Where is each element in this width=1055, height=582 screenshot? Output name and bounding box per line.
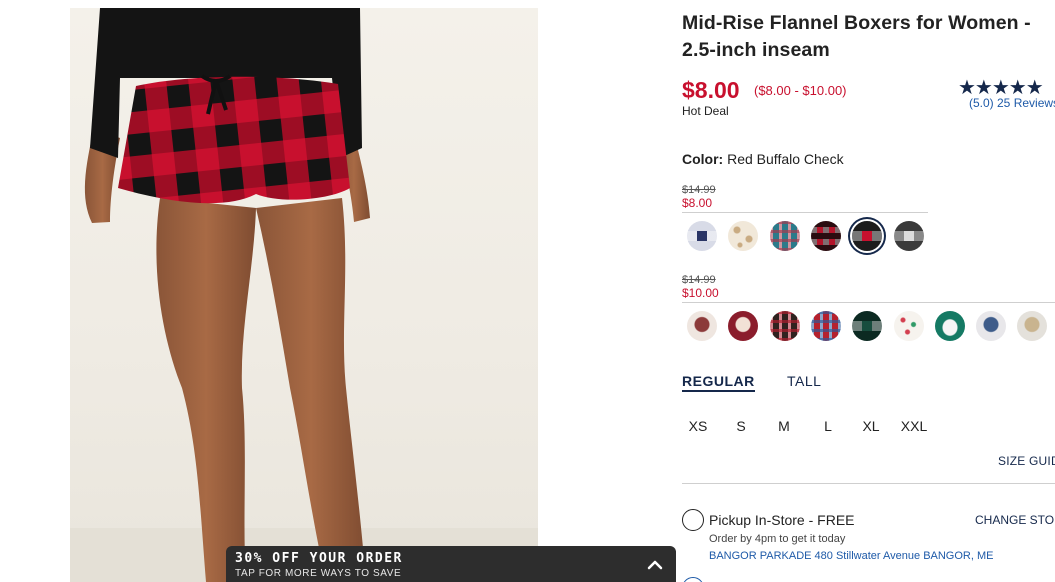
store-address-link[interactable]: BANGOR PARKADE 480 Stillwater Avenue BAN… (709, 550, 993, 562)
deal-label: Hot Deal (682, 104, 729, 118)
pickup-label: Pickup In-Store - FREE (709, 512, 855, 528)
color-swatch-teal-plaid[interactable] (769, 221, 800, 251)
change-store-link[interactable]: CHANGE STORE (975, 513, 1055, 527)
color-value: Red Buffalo Check (727, 151, 844, 167)
promo-banner[interactable]: 30% OFF YOUR ORDER TAP FOR MORE WAYS TO … (226, 546, 676, 582)
size-option-xxl[interactable]: XXL (898, 418, 930, 434)
color-swatch-dot-print[interactable] (893, 311, 924, 341)
color-swatch-gray-check[interactable] (893, 221, 924, 251)
divider (682, 212, 928, 213)
size-guide-link[interactable]: SIZE GUIDE (998, 454, 1055, 468)
color-swatch-teal-sheep[interactable] (934, 311, 965, 341)
color-swatch-green-plaid[interactable] (852, 311, 883, 341)
color-swatch-cream-leopard[interactable] (728, 221, 759, 251)
color-swatch-red-mini-check[interactable] (810, 221, 841, 251)
size-option-xl[interactable]: XL (855, 418, 887, 434)
size-option-xs[interactable]: XS (682, 418, 714, 434)
product-title: Mid-Rise Flannel Boxers for Women - 2.5-… (682, 12, 1031, 61)
product-image[interactable] (70, 8, 538, 582)
sale-price: $10.00 (682, 286, 719, 300)
price-range: ($8.00 - $10.00) (754, 83, 847, 98)
color-selection: Color: Red Buffalo Check (682, 151, 844, 167)
price-group-1: $14.99 $8.00 (682, 184, 716, 210)
promo-title: 30% OFF YOUR ORDER (235, 551, 403, 566)
color-swatch-gnome-print[interactable] (687, 311, 717, 341)
size-option-s[interactable]: S (725, 418, 757, 434)
size-option-m[interactable]: M (768, 418, 800, 434)
tab-tall[interactable]: TALL (787, 373, 821, 389)
price-group-2: $14.99 $10.00 (682, 274, 719, 300)
color-swatch-santa-print[interactable] (728, 311, 759, 341)
color-swatch-dark-tartan[interactable] (769, 311, 800, 341)
reviews-link[interactable]: (5.0) 25 Reviews (969, 96, 1055, 110)
color-swatch-bear-print[interactable] (976, 311, 1007, 341)
sale-price: $8.00 (682, 196, 713, 210)
color-swatch-red-tartan[interactable] (810, 311, 841, 341)
color-label: Color: (682, 151, 724, 167)
color-swatch-llama-print[interactable] (1017, 311, 1048, 341)
color-swatch-red-buffalo-check[interactable] (852, 221, 883, 251)
current-price: $8.00 (682, 77, 740, 103)
promo-subtitle: TAP FOR MORE WAYS TO SAVE (235, 568, 402, 579)
pickup-note: Order by 4pm to get it today (709, 533, 846, 545)
divider (682, 302, 1055, 303)
divider (682, 483, 1055, 484)
pickup-radio[interactable] (682, 509, 704, 531)
tab-regular[interactable]: REGULAR (682, 373, 755, 392)
color-swatch-navy-plaid[interactable] (687, 221, 717, 251)
size-option-l[interactable]: L (812, 418, 844, 434)
chevron-up-icon[interactable] (646, 556, 664, 574)
product-photo (70, 8, 538, 582)
shipping-radio[interactable] (682, 577, 704, 582)
